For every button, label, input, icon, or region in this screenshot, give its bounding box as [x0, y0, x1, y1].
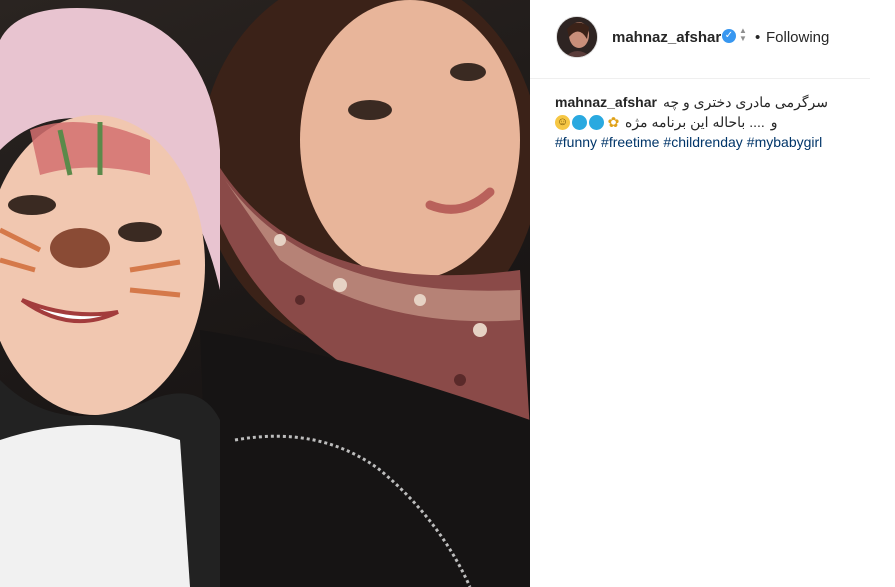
avatar-image	[557, 17, 597, 57]
smile-emoji-icon: ☺	[555, 114, 570, 130]
caption-text-line2-end: و	[770, 114, 778, 130]
hashtag-link[interactable]: #mybabygirl	[747, 134, 822, 150]
verified-badge-icon: ✓	[722, 29, 736, 43]
girl-eye-right	[118, 222, 162, 242]
woman-face	[300, 0, 520, 280]
caption-text-line1: سرگرمی مادری دختری و چه	[662, 94, 828, 110]
avatar[interactable]	[556, 16, 598, 58]
sunflower-emoji-icon: ✿	[607, 113, 620, 130]
caption-line-1: mahnaz_afshar سرگرمی مادری دختری و چه	[555, 92, 865, 112]
girl-painted-nose	[50, 228, 110, 268]
post-photo[interactable]	[0, 0, 530, 587]
following-button[interactable]: Following	[766, 29, 829, 46]
caption-emojis: ☺ ✿	[555, 112, 621, 132]
hashtag-link[interactable]: #freetime	[601, 134, 659, 150]
hashtag-link[interactable]: #childrenday	[663, 134, 742, 150]
blue-circle-emoji-icon	[572, 114, 587, 130]
header-username[interactable]: mahnaz_afshar	[612, 29, 721, 46]
caption-hashtags: #funny #freetime #childrenday #mybabygirl	[555, 132, 865, 152]
hashtag-link[interactable]: #funny	[555, 134, 597, 150]
woman-eye-right	[450, 63, 486, 81]
header-separator-dot: •	[755, 29, 761, 46]
caption-line-2: ☺ ✿ .... باحاله این برنامه مژه و	[555, 112, 865, 132]
girl-eye-left	[8, 195, 56, 215]
caption-username[interactable]: mahnaz_afshar	[555, 92, 657, 112]
post-header: mahnaz_afshar ✓ ▲ ▼ • Following	[530, 0, 870, 79]
post-photo-illustration	[0, 0, 530, 587]
caption-text-line2: .... باحاله این برنامه مژه	[625, 114, 765, 130]
girl-white-fur	[0, 425, 190, 587]
woman-eye-left	[348, 100, 392, 120]
blue-circle-emoji-icon	[589, 114, 604, 130]
post-side-panel: mahnaz_afshar ✓ ▲ ▼ • Following mahnaz_af…	[530, 0, 895, 587]
post-caption: mahnaz_afshar سرگرمی مادری دختری و چه ☺ …	[555, 92, 865, 152]
chevron-dropdown-icon[interactable]: ▲ ▼	[738, 27, 748, 45]
